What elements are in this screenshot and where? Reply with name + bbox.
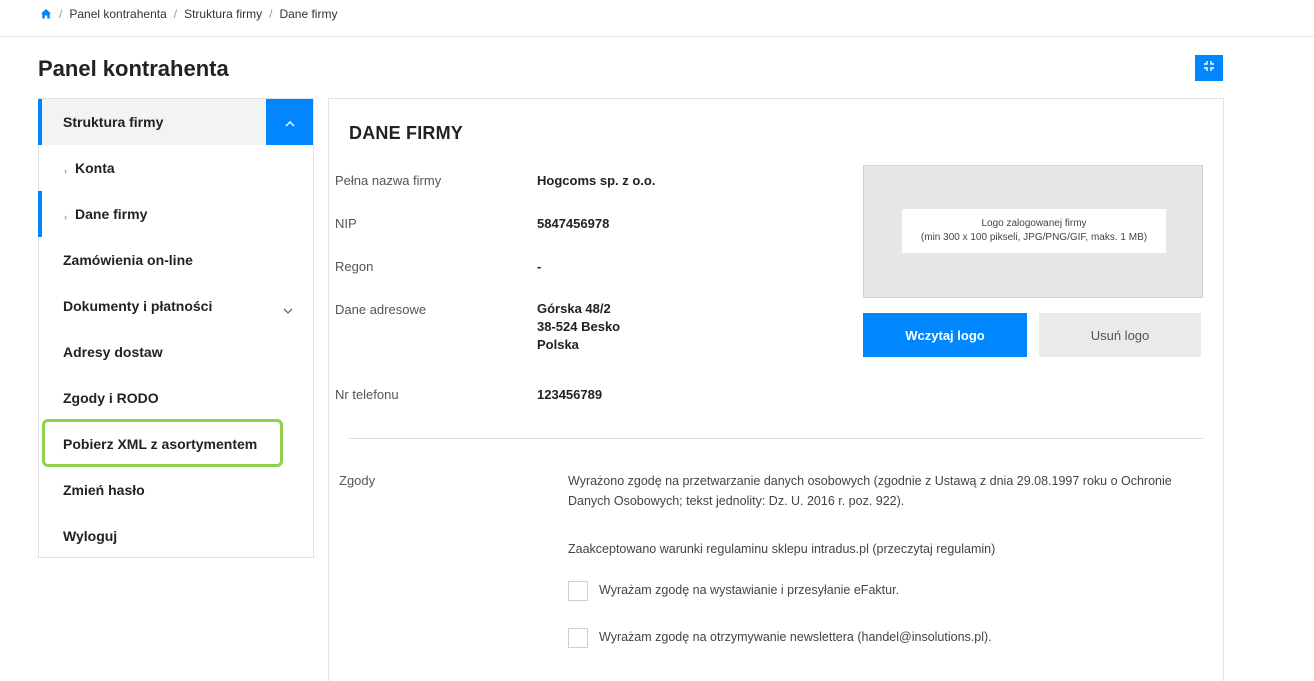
sidebar-item-label: Struktura firmy (63, 114, 164, 130)
breadcrumb: / Panel kontrahenta / Struktura firmy / … (40, 4, 337, 24)
consents-label: Zgody (339, 473, 376, 488)
breadcrumb-item-structure[interactable]: Struktura firmy (184, 7, 262, 21)
efaktura-label[interactable]: Wyrażam zgodę na wystawianie i przesyłan… (599, 583, 899, 597)
section-title: DANE FIRMY (349, 123, 463, 143)
collapse-button[interactable] (266, 99, 313, 145)
bullet-icon: › (64, 166, 67, 176)
highlight-frame (42, 419, 283, 467)
field-label-full-name: Pełna nazwa firmy (335, 173, 442, 188)
home-icon[interactable] (40, 8, 52, 20)
field-value-phone: 123456789 (537, 387, 603, 402)
fullscreen-icon (1203, 59, 1215, 77)
sidebar-item-label: Wyloguj (63, 528, 118, 544)
efaktura-checkbox[interactable] (568, 581, 588, 601)
consent-terms-text: Zaakceptowano warunki regulaminu sklepu … (568, 542, 996, 556)
chevron-up-icon (285, 114, 295, 130)
breadcrumb-item-panel[interactable]: Panel kontrahenta (69, 7, 166, 21)
breadcrumb-separator: / (173, 7, 178, 21)
breadcrumb-separator: / (59, 7, 63, 21)
section-divider (349, 438, 1203, 439)
field-label-nip: NIP (335, 216, 357, 231)
field-label-phone: Nr telefonu (335, 387, 399, 402)
field-label-regon: Regon (335, 259, 374, 274)
fullscreen-button[interactable] (1195, 55, 1223, 81)
header-divider (0, 36, 1314, 37)
consent-personal-data-text: Wyrażono zgodę na przetwarzanie danych o… (568, 474, 1172, 508)
logo-hint-requirements: (min 300 x 100 pikseli, JPG/PNG/GIF, mak… (920, 232, 1148, 243)
active-indicator (38, 191, 42, 237)
field-value-nip: 5847456978 (537, 216, 610, 231)
sidebar-item-label: Zamówienia on-line (63, 252, 193, 268)
sidebar-item-change-password[interactable]: Zmień hasło (39, 467, 313, 513)
sidebar: Struktura firmy › Konta › Dane firmy Zam… (38, 98, 314, 558)
bullet-icon: › (64, 212, 67, 222)
sidebar-item-logout[interactable]: Wyloguj (39, 513, 313, 559)
page-title: Panel kontrahenta (38, 56, 229, 81)
breadcrumb-item-company-data[interactable]: Dane firmy (279, 7, 337, 21)
logo-hint-title: Logo zalogowanej firmy (981, 218, 1087, 229)
sidebar-item-label: Adresy dostaw (63, 344, 163, 360)
sidebar-item-label: Dokumenty i płatności (63, 298, 213, 314)
logo-placeholder: Logo zalogowanej firmy (min 300 x 100 pi… (863, 165, 1203, 298)
sidebar-item-label: Konta (75, 160, 115, 176)
breadcrumb-separator: / (269, 7, 273, 21)
company-data-panel: DANE FIRMY Pełna nazwa firmy Hogcoms sp.… (328, 98, 1224, 681)
field-label-address: Dane adresowe (335, 302, 427, 317)
sidebar-item-label: Dane firmy (75, 206, 148, 222)
newsletter-label[interactable]: Wyrażam zgodę na otrzymywanie newsletter… (599, 630, 992, 644)
field-value-address: Górska 48/2 38-524 Besko Polska (537, 300, 620, 354)
address-line: Górska 48/2 (537, 301, 611, 316)
sidebar-item-label: Zmień hasło (63, 482, 145, 498)
sidebar-item-structure[interactable]: Struktura firmy (38, 99, 313, 145)
sidebar-item-online-orders[interactable]: Zamówienia on-line (39, 237, 313, 283)
sidebar-item-label: Zgody i RODO (63, 390, 159, 406)
remove-logo-button[interactable]: Usuń logo (1039, 313, 1201, 357)
address-line: Polska (537, 337, 579, 352)
sidebar-item-consents[interactable]: Zgody i RODO (39, 375, 313, 421)
logo-hint: Logo zalogowanej firmy (min 300 x 100 pi… (902, 209, 1166, 253)
address-line: 38-524 Besko (537, 319, 621, 334)
sidebar-item-documents[interactable]: Dokumenty i płatności (39, 283, 313, 329)
chevron-down-icon[interactable] (283, 301, 293, 317)
field-value-regon: - (537, 259, 542, 274)
sidebar-item-company-data[interactable]: › Dane firmy (38, 191, 313, 237)
sidebar-item-accounts[interactable]: › Konta (39, 145, 313, 191)
active-indicator (38, 99, 42, 145)
field-value-full-name: Hogcoms sp. z o.o. (537, 173, 656, 188)
sidebar-item-delivery-addresses[interactable]: Adresy dostaw (39, 329, 313, 375)
upload-logo-button[interactable]: Wczytaj logo (863, 313, 1027, 357)
newsletter-checkbox[interactable] (568, 628, 588, 648)
